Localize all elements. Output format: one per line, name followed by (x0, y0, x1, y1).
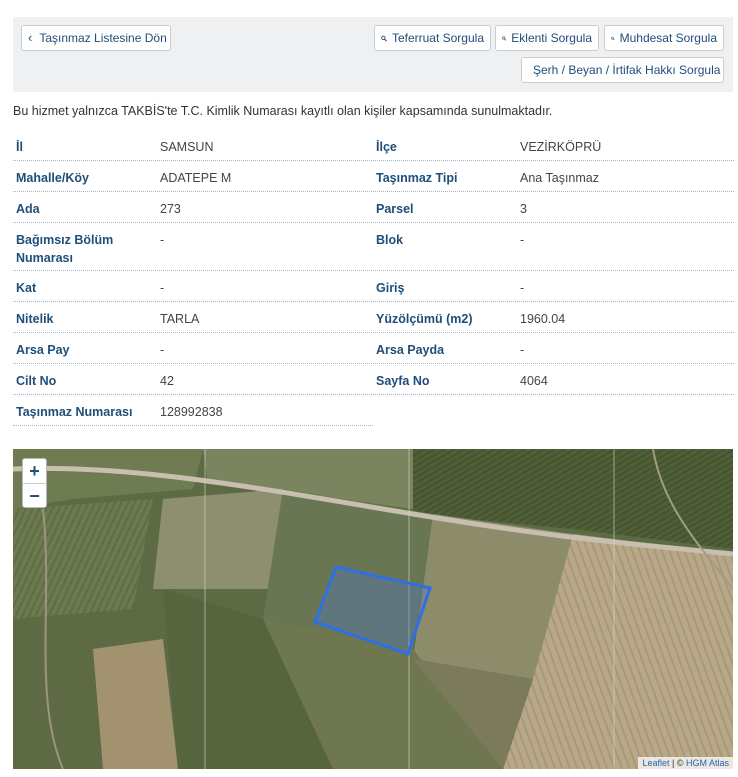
service-notice: Bu hizmet yalnızca TAKBİS'te T.C. Kimlik… (13, 104, 553, 118)
sayfa-no-value: 4064 (520, 374, 548, 388)
search-icon (381, 35, 387, 41)
ada-value: 273 (160, 202, 181, 216)
ilce-label: İlçe (376, 140, 397, 154)
il-value: SAMSUN (160, 140, 214, 154)
teferruat-query-button[interactable]: Teferruat Sorgula (374, 25, 491, 51)
serh-beyan-irtifak-query-label: Şerh / Beyan / İrtifak Hakkı Sorgula (533, 63, 721, 77)
serh-beyan-irtifak-query-button[interactable]: Şerh / Beyan / İrtifak Hakkı Sorgula (521, 57, 724, 83)
detail-row: İl SAMSUN İlçe VEZİRKÖPRÜ (13, 130, 734, 161)
arsa-payda-label: Arsa Payda (376, 343, 445, 357)
kat-value: - (160, 281, 165, 295)
search-icon (502, 36, 507, 41)
parcel-overlay (313, 565, 432, 656)
zoom-out-button[interactable]: − (23, 483, 46, 507)
mahalle-label: Mahalle/Köy (16, 171, 89, 185)
sayfa-no-label: Sayfa No (376, 374, 430, 388)
ada-label: Ada (16, 202, 40, 216)
tasinmaz-tipi-value: Ana Taşınmaz (520, 171, 599, 185)
blok-value: - (520, 233, 525, 247)
detail-row: Arsa Pay - Arsa Payda - (13, 333, 734, 364)
blok-label: Blok (376, 233, 404, 247)
arsa-pay-value: - (160, 343, 165, 357)
ilce-value: VEZİRKÖPRÜ (520, 140, 602, 154)
action-toolbar: ‹ Taşınmaz Listesine Dön Teferruat Sorgu… (13, 17, 733, 92)
hgm-atlas-link[interactable]: HGM Atlas (686, 758, 729, 768)
leaflet-link[interactable]: Leaflet (642, 758, 669, 768)
mahalle-value: ADATEPE M (160, 171, 232, 185)
chevron-left-icon: ‹ (28, 30, 33, 45)
parcel-map[interactable]: + − Leaflet | © HGM Atlas (13, 449, 733, 769)
nitelik-value: TARLA (160, 312, 200, 326)
back-button-label: Taşınmaz Listesine Dön (39, 31, 167, 45)
yuzolcumu-label: Yüzölçümü (m2) (376, 312, 473, 326)
tasinmaz-no-label: Taşınmaz Numarası (16, 405, 133, 419)
giris-label: Giriş (376, 281, 405, 295)
detail-row: Kat - Giriş - (13, 271, 734, 302)
kat-label: Kat (16, 281, 37, 295)
muhdesat-query-label: Muhdesat Sorgula (619, 31, 717, 45)
bagimsiz-bolum-label: Bağımsız Bölüm Numarası (16, 233, 114, 265)
search-icon (611, 36, 615, 40)
detail-row: Taşınmaz Numarası 128992838 (13, 395, 373, 426)
muhdesat-query-button[interactable]: Muhdesat Sorgula (604, 25, 724, 51)
parsel-value: 3 (520, 202, 527, 216)
bagimsiz-bolum-value: - (160, 233, 165, 247)
detail-row: Ada 273 Parsel 3 (13, 192, 734, 223)
detail-row: Mahalle/Köy ADATEPE M Taşınmaz Tipi Ana … (13, 161, 734, 192)
detail-row: Bağımsız Bölüm Numarası - Blok - (13, 223, 734, 271)
zoom-in-button[interactable]: + (23, 459, 46, 483)
giris-value: - (520, 281, 525, 295)
tasinmaz-tipi-label: Taşınmaz Tipi (376, 171, 458, 185)
arsa-payda-value: - (520, 343, 525, 357)
map-attribution: Leaflet | © HGM Atlas (638, 757, 733, 769)
attribution-separator: | © (669, 758, 686, 768)
zoom-control: + − (22, 458, 47, 508)
detail-row: Nitelik TARLA Yüzölçümü (m2) 1960.04 (13, 302, 734, 333)
detail-row: Cilt No 42 Sayfa No 4064 (13, 364, 734, 395)
arsa-pay-label: Arsa Pay (16, 343, 70, 357)
eklenti-query-label: Eklenti Sorgula (511, 31, 592, 45)
il-label: İl (16, 140, 23, 154)
parcel-boundary[interactable] (313, 565, 432, 656)
back-to-list-button[interactable]: ‹ Taşınmaz Listesine Dön (21, 25, 171, 51)
cilt-no-value: 42 (160, 374, 174, 388)
cilt-no-label: Cilt No (16, 374, 57, 388)
tasinmaz-no-value: 128992838 (160, 405, 223, 419)
eklenti-query-button[interactable]: Eklenti Sorgula (495, 25, 599, 51)
parsel-label: Parsel (376, 202, 414, 216)
yuzolcumu-value: 1960.04 (520, 312, 566, 326)
nitelik-label: Nitelik (16, 312, 54, 326)
teferruat-query-label: Teferruat Sorgula (391, 31, 484, 45)
